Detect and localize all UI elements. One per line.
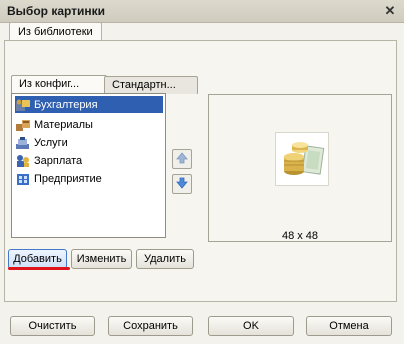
list-item[interactable]: Материалы <box>15 116 163 133</box>
preview-size-label: 48 x 48 <box>281 230 319 242</box>
clear-button[interactable]: Очистить <box>10 316 95 336</box>
picture-select-dialog: Выбор картинки ✕ Из библиотеки Из конфиг… <box>0 0 404 344</box>
list-item[interactable]: Услуги <box>15 134 163 151</box>
arrow-down-icon <box>176 177 188 192</box>
enterprise-icon <box>15 172 31 186</box>
save-button[interactable]: Сохранить <box>108 316 193 336</box>
cancel-button[interactable]: Отмена <box>306 316 392 336</box>
subtab-standard[interactable]: Стандартн... <box>104 76 198 94</box>
coins-money-icon <box>275 132 329 186</box>
ok-button[interactable]: OK <box>208 316 294 336</box>
subtab-from-config[interactable]: Из конфиг... <box>11 75 107 93</box>
close-icon[interactable]: ✕ <box>382 3 398 19</box>
move-up-button[interactable] <box>172 149 192 169</box>
salary-icon <box>15 154 31 168</box>
edit-button[interactable]: Изменить <box>71 249 132 269</box>
window-title: Выбор картинки <box>7 4 106 18</box>
arrow-up-icon <box>176 151 188 167</box>
annotation-underline <box>8 267 70 270</box>
services-icon <box>15 136 31 150</box>
list-item[interactable]: Бухгалтерия <box>15 96 163 113</box>
add-button[interactable]: Добавить <box>8 249 67 269</box>
title-bar: Выбор картинки ✕ <box>0 0 404 23</box>
delete-button[interactable]: Удалить <box>136 249 194 269</box>
list-item[interactable]: Предприятие <box>15 170 163 187</box>
tab-from-library[interactable]: Из библиотеки <box>9 22 102 41</box>
materials-icon <box>15 118 31 132</box>
accounting-icon <box>15 98 31 112</box>
move-down-button[interactable] <box>172 174 192 194</box>
picture-list[interactable]: Бухгалтерия Материалы Услуги Зарплата Пр… <box>11 93 166 238</box>
picture-preview: 48 x 48 <box>208 94 392 242</box>
list-item[interactable]: Зарплата <box>15 152 163 169</box>
